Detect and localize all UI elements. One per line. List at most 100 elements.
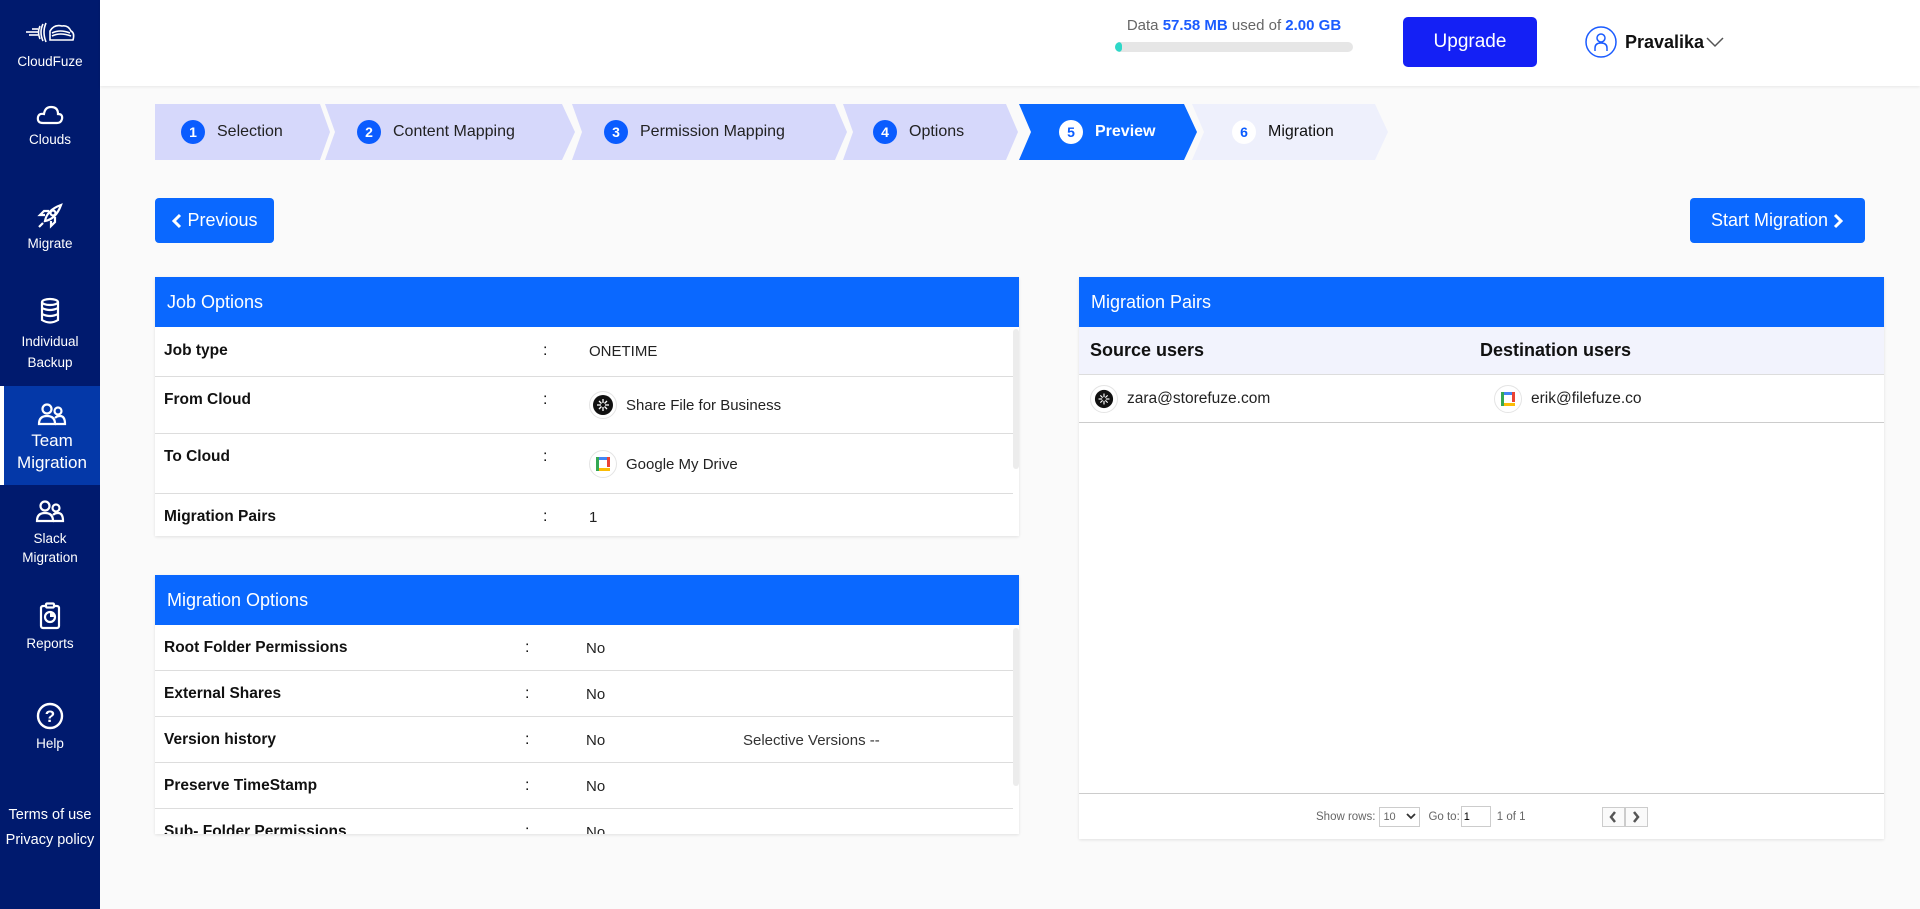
migration-pairs-panel: Migration Pairs Source users Destination… (1079, 277, 1884, 839)
sidebar-item-label: Slack Migration (0, 529, 100, 567)
sidebar-item-label: Clouds (28, 132, 72, 147)
option-key: Job type (164, 342, 228, 359)
option-separator: : (543, 508, 548, 525)
migration-option-row: Preserve TimeStamp : No (155, 763, 1013, 809)
job-options-title: Job Options (155, 277, 1019, 327)
privacy-link[interactable]: Privacy policy (0, 828, 100, 853)
users-icon (35, 500, 65, 523)
chevron-down-icon (1706, 37, 1724, 48)
label-line-2: Migration (17, 453, 87, 472)
prev-page-button[interactable] (1601, 806, 1625, 827)
option-value-text: Share File for Business (626, 396, 782, 414)
sidebar-item-migrate[interactable]: Migrate (0, 202, 100, 253)
user-menu[interactable]: Pravalika (1585, 26, 1724, 58)
job-option-row: Job type : ONETIME (155, 327, 1013, 377)
storage-middle: used of (1231, 17, 1282, 34)
step-content-mapping[interactable]: 2 Content Mapping (325, 104, 575, 160)
chevron-left-icon (1609, 810, 1617, 823)
step-label: Options (909, 123, 965, 140)
option-value: 1 (589, 509, 598, 526)
sidebar-item-label: Individual Backup (0, 331, 100, 373)
job-option-row: To Cloud : Google My Drive (155, 434, 1013, 494)
sidebar-item-reports[interactable]: Reports (0, 602, 100, 653)
option-key: Version history (164, 731, 276, 748)
sidebar-item-team-migration[interactable]: Team Migration (0, 386, 100, 485)
option-value: No (586, 824, 606, 834)
scrollbar[interactable] (1013, 329, 1019, 469)
sidebar-item-help[interactable]: ? Help (0, 702, 100, 753)
brand-name: CloudFuze (17, 54, 83, 69)
page-info: 1 of 1 (1496, 810, 1526, 823)
step-number: 6 (1232, 120, 1256, 144)
google-drive-icon (589, 450, 617, 478)
sidebar: CloudFuze Clouds Migrate Individual Backu… (0, 0, 100, 909)
brand-logo[interactable]: CloudFuze (0, 20, 100, 71)
migration-option-row: External Shares : No (155, 671, 1013, 717)
option-key: Root Folder Permissions (164, 639, 348, 656)
migration-options-title: Migration Options (155, 575, 1019, 625)
rows-per-page-select[interactable]: 10 (1379, 806, 1421, 827)
pagination-bar: Show rows: 10 Go to: 1 of 1 (1079, 793, 1884, 839)
step-label: Content Mapping (393, 123, 515, 140)
label-line-1: Individual (21, 334, 79, 349)
previous-label: Previous (187, 210, 258, 230)
option-key: To Cloud (164, 448, 230, 465)
sidebar-item-individual-backup[interactable]: Individual Backup (0, 297, 100, 373)
destination-user-email: erik@filefuze.co (1531, 389, 1642, 407)
sidebar-item-clouds[interactable]: Clouds (0, 104, 100, 149)
label-line-1: Slack (33, 531, 67, 546)
sharefile-icon (589, 391, 617, 419)
migration-option-row: Sub- Folder Permissions : No (155, 809, 1013, 834)
storage-progress-fill (1115, 42, 1123, 52)
option-value: No (586, 640, 606, 657)
storage-progress-bar (1115, 42, 1353, 52)
step-number: 4 (873, 120, 897, 144)
sidebar-footer-links: Terms of use Privacy policy (0, 803, 100, 853)
option-separator: : (525, 823, 530, 834)
next-page-button[interactable] (1624, 806, 1648, 827)
sidebar-item-label: Reports (26, 636, 74, 651)
label-line-2: Backup (27, 355, 73, 370)
step-label: Selection (217, 123, 283, 140)
start-migration-button[interactable]: Start Migration (1690, 198, 1865, 243)
option-value: No (586, 778, 606, 795)
step-selection[interactable]: 1 Selection (155, 104, 330, 160)
sidebar-item-slack-migration[interactable]: Slack Migration (0, 499, 100, 567)
step-label: Preview (1095, 123, 1156, 140)
clipboard-icon (39, 602, 61, 630)
option-value: ONETIME (589, 343, 658, 360)
option-key: Migration Pairs (164, 508, 276, 525)
option-separator: : (543, 391, 548, 408)
migration-options-panel: Migration Options Root Folder Permission… (155, 575, 1019, 834)
migration-option-row: Version history : No Selective Versions … (155, 717, 1013, 763)
show-rows-label: Show rows: (1316, 810, 1376, 823)
job-option-row: Migration Pairs : 1 (155, 494, 1013, 536)
scrollbar[interactable] (1013, 628, 1019, 786)
migration-pairs-title: Migration Pairs (1079, 277, 1884, 327)
step-options[interactable]: 4 Options (843, 104, 1018, 160)
option-separator: : (543, 448, 548, 465)
option-key: Sub- Folder Permissions (164, 823, 347, 834)
step-preview[interactable]: 5 Preview (1019, 104, 1197, 160)
previous-button[interactable]: Previous (155, 198, 274, 243)
start-migration-label: Start Migration (1710, 210, 1829, 230)
chevron-right-icon (1833, 213, 1844, 228)
goto-page-input[interactable] (1460, 806, 1491, 827)
option-separator: : (525, 639, 530, 656)
column-source-users: Source users (1090, 340, 1205, 360)
step-permission-mapping[interactable]: 3 Permission Mapping (572, 104, 847, 160)
pager-controls (1601, 806, 1648, 827)
step-number: 3 (604, 120, 628, 144)
step-migration[interactable]: 6 Migration (1192, 104, 1388, 160)
step-label: Permission Mapping (640, 123, 785, 140)
upgrade-button[interactable]: Upgrade (1403, 17, 1537, 67)
svg-text:?: ? (45, 707, 55, 726)
option-separator: : (525, 731, 530, 748)
column-destination-users: Destination users (1480, 340, 1632, 360)
option-value: Share File for Business (589, 391, 781, 419)
terms-link[interactable]: Terms of use (0, 803, 100, 828)
source-user-cell: zara@storefuze.com (1079, 384, 1494, 413)
option-separator: : (543, 342, 548, 359)
job-option-row: From Cloud : Share File for Business (155, 377, 1013, 434)
pairs-table-row[interactable]: zara@storefuze.com erik@filefuze.co (1079, 375, 1884, 423)
